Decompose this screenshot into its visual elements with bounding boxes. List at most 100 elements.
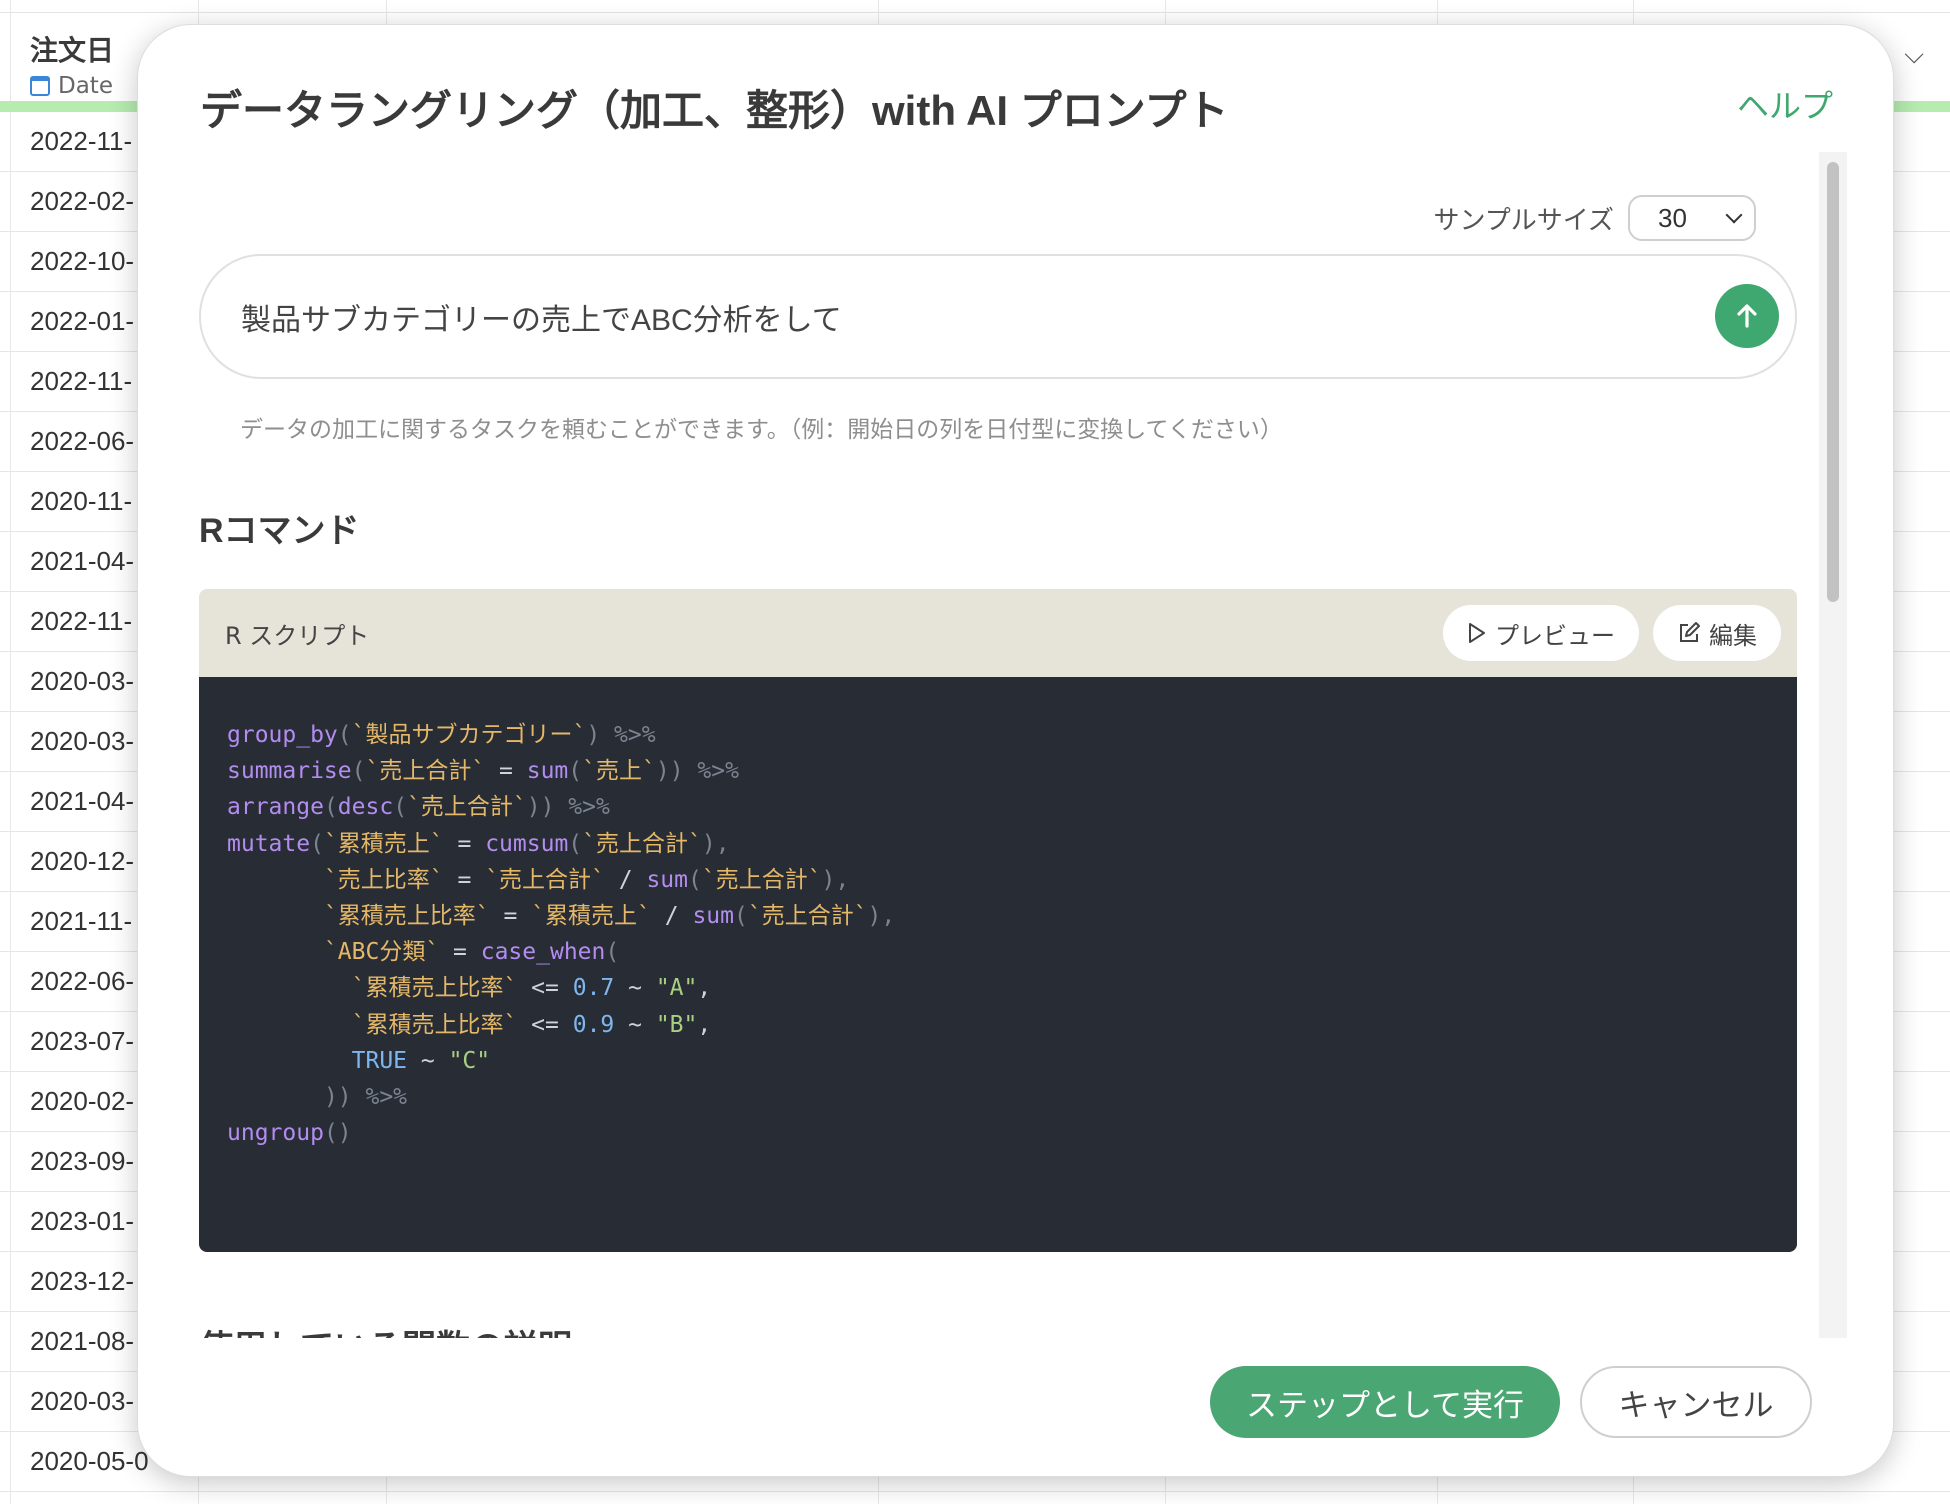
code-token: = [485,758,527,785]
date-cell: 2020-05-0 [30,1446,149,1476]
code-line: `累積売上比率` <= 0.7 ~ "A", [227,970,1769,1006]
date-cell: 2023-07- [30,1026,135,1056]
code-token: ( [687,866,702,893]
r-script-label: R スクリプト [225,621,370,650]
edit-icon [1680,622,1700,642]
code-token: ( [323,794,338,821]
sheet-top-border [0,12,1950,13]
sample-size-control: サンプルサイズ 30 [1434,195,1756,241]
code-token: / [650,902,693,929]
code-token: ), [701,830,730,857]
code-token: `売上合計` [407,794,527,821]
code-token: = [489,902,532,929]
code-token: `売上合計` [365,758,486,785]
date-cell: 2022-06- [30,966,135,996]
code-token: ~ [614,975,656,1002]
code-token: = [443,866,486,893]
prompt-input-text[interactable]: 製品サブカテゴリーの売上でABC分析をして [241,295,842,339]
edit-button[interactable]: 編集 [1653,605,1781,661]
dialog-scrollbar[interactable] [1819,152,1847,1340]
send-button[interactable] [1715,284,1779,348]
help-link[interactable]: ヘルプ [1737,81,1833,127]
date-cell: 2022-02- [30,186,135,216]
code-token: ) %>% [586,722,656,748]
code-token: )) %>% [526,794,610,821]
preview-button[interactable]: プレビュー [1443,605,1639,661]
sample-size-value: 30 [1658,202,1687,233]
chevron-down-icon [1725,206,1743,224]
function-description-title: 使用している関数の説明 [199,1320,572,1340]
code-line: arrange(desc(`売上合計`)) %>% [227,789,1769,825]
r-script-header: R スクリプト プレビュー 編集 [199,589,1797,677]
code-token: TRUE [351,1047,408,1074]
dialog-scroll-area[interactable]: サンプルサイズ 30 製品サブカテゴリーの売上でABC分析をして データの加工に… [138,150,1893,1340]
code-line: `売上比率` = `売上合計` / sum(`売上合計`), [227,862,1769,898]
code-token: `売上` [582,758,656,785]
code-line: )) %>% [227,1079,1769,1115]
code-token: group_by [227,722,338,748]
ai-prompt-dialog: データラングリング（加工、整形）with AI プロンプト ヘルプ サンプルサイ… [137,24,1894,1477]
code-token: ungroup [227,1120,324,1147]
code-token: `売上合計` [582,830,702,857]
execute-as-step-button[interactable]: ステップとして実行 [1210,1366,1560,1438]
code-token: `売上比率` [323,866,444,893]
scrollbar-thumb[interactable] [1827,162,1839,602]
column-type-label: Date [58,73,113,99]
code-token: arrange [227,794,324,821]
code-line: mutate(`累積売上` = cumsum(`売上合計`), [227,826,1769,862]
r-command-title: Rコマンド [199,512,360,550]
code-token: `累積売上` [323,830,444,857]
r-script-card: R スクリプト プレビュー 編集 group_by(`製品サブカテゴリー`) %… [199,589,1797,1252]
date-cell: 2022-01- [30,306,135,336]
r-script-code[interactable]: group_by(`製品サブカテゴリー`) %>% summarise(`売上合計… [199,677,1797,1252]
code-token: () [323,1120,352,1147]
code-token: ( [568,830,583,857]
date-cell: 2022-11- [30,606,133,636]
date-cell: 2022-11- [30,366,133,396]
code-token: ~ [614,1011,656,1038]
play-icon [1469,623,1485,643]
date-cell: 2020-03- [30,666,135,696]
sample-size-label: サンプルサイズ [1433,205,1614,236]
date-cell: 2021-08- [30,1326,135,1356]
arrow-up-icon [1737,304,1757,328]
date-cell: 2020-03- [30,1386,135,1416]
code-token: ( [310,830,324,857]
code-token: ( [568,758,583,785]
code-token: "B" [655,1011,698,1038]
code-token: `累積売上` [531,902,651,929]
code-token: , [697,975,712,1002]
column-header-order-date[interactable]: 注文日 Date [0,13,140,113]
cancel-button[interactable]: キャンセル [1580,1366,1812,1438]
calendar-icon [30,76,50,96]
code-token: `売上合計` [701,866,822,893]
date-cell: 2022-10- [30,246,135,276]
code-token: `累積売上比率` [351,975,518,1002]
sample-size-select[interactable]: 30 [1628,195,1756,241]
code-token: ( [393,794,408,821]
date-cell: 2020-03- [30,726,135,756]
code-token: `累積売上比率` [351,1011,518,1038]
code-token: ~ [407,1047,449,1074]
code-line: group_by(`製品サブカテゴリー`) %>% [227,717,1769,753]
preview-button-label: プレビュー [1495,622,1615,650]
date-cell: 2020-11- [30,486,133,516]
code-token: sum [692,902,734,929]
code-token: `累積売上比率` [323,902,490,929]
code-token: `売上合計` [747,902,868,929]
code-token: 0.9 [572,1011,615,1038]
date-cell: 2023-09- [30,1146,135,1176]
code-line: ungroup() [227,1115,1769,1151]
prompt-input[interactable]: 製品サブカテゴリーの売上でABC分析をして [199,254,1797,379]
code-token: ( [733,902,748,929]
prompt-hint-text: データの加工に関するタスクを頼むことができます。（例：開始日の列を日付型に変換し… [240,417,1283,443]
chevron-down-icon[interactable]: ⌵ [1904,40,1924,71]
code-token: `ABC分類` [323,939,440,966]
